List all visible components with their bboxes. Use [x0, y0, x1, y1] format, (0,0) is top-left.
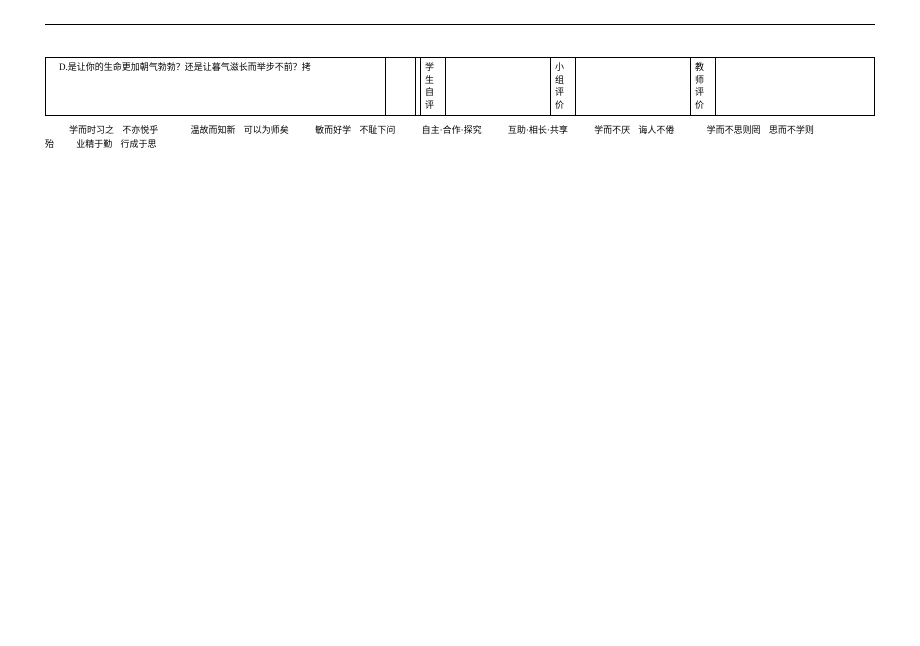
quote-seg: 学而不厌 — [594, 125, 630, 135]
evaluation-table: D.是让你的生命更加朝气勃勃？还是让暮气滋长而举步不前？拷 学生自评 小组评价 … — [45, 57, 875, 116]
evaluation-table-wrap: D.是让你的生命更加朝气勃勃？还是让暮气滋长而举步不前？拷 学生自评 小组评价 … — [45, 57, 875, 116]
quote-seg: 互助·相长·共享 — [508, 125, 568, 135]
teacher-eval-value — [716, 58, 875, 116]
quote-seg: 自主·合作·探究 — [422, 125, 482, 135]
quote-seg: 不耻下问 — [359, 125, 395, 135]
quote-seg: 温故而知新 — [191, 125, 236, 135]
teacher-eval-label: 教师评价 — [691, 58, 716, 116]
main-content-cell: D.是让你的生命更加朝气勃勃？还是让暮气滋长而举步不前？拷 — [46, 58, 386, 116]
main-content-text: D.是让你的生命更加朝气勃勃？还是让暮气滋长而举步不前？拷 — [50, 61, 381, 74]
quote-seg: 学而不思则罔 — [707, 125, 761, 135]
student-self-eval-label: 学生自评 — [421, 58, 446, 116]
student-self-eval-value — [446, 58, 551, 116]
footer-quotes: 学而时习之 不亦悦乎 温故而知新 可以为师矣 敏而好学 不耻下问 自主·合作·探… — [45, 124, 875, 151]
quote-seg: 可以为师矣 — [244, 125, 289, 135]
group-eval-label: 小组评价 — [551, 58, 576, 116]
quote-seg: 思而不学则 — [769, 125, 814, 135]
quote-seg: 行成于思 — [121, 139, 157, 149]
footer-line-1: 学而时习之 不亦悦乎 温故而知新 可以为师矣 敏而好学 不耻下问 自主·合作·探… — [45, 124, 875, 138]
quote-seg: 业精于勤 — [76, 139, 112, 149]
quote-seg: 殆 — [45, 139, 54, 149]
quote-seg: 不亦悦乎 — [122, 125, 158, 135]
quote-seg: 敏而好学 — [315, 125, 351, 135]
quote-seg: 诲人不倦 — [638, 125, 674, 135]
quote-seg: 学而时习之 — [69, 125, 114, 135]
top-horizontal-rule — [45, 24, 875, 25]
footer-line-2: 殆 业精于勤 行成于思 — [45, 138, 875, 152]
group-eval-value — [576, 58, 691, 116]
table-row: D.是让你的生命更加朝气勃勃？还是让暮气滋长而举步不前？拷 学生自评 小组评价 … — [46, 58, 875, 116]
blank-cell-1 — [386, 58, 416, 116]
